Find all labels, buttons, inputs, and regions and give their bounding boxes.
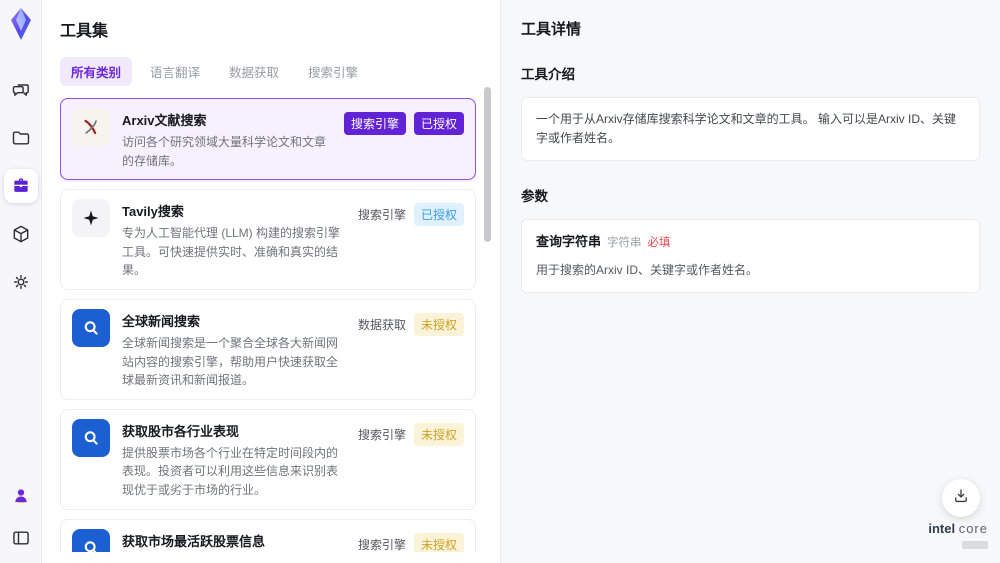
tool-card-body: 获取市场最活跃股票信息 提供当天交易量最高的股票列表。投资者可以利用这些信息来识… (122, 529, 346, 552)
tool-card[interactable]: 获取市场最活跃股票信息 提供当天交易量最高的股票列表。投资者可以利用这些信息来识… (60, 518, 476, 552)
page-title: 工具集 (60, 23, 109, 40)
brand-primary-text: intel (928, 521, 956, 537)
param-card: 查询字符串 字符串 必填 用于搜索的Arxiv ID、关键字或作者姓名。 (521, 219, 980, 294)
detail-title: 工具详情 (521, 21, 582, 38)
sidebar-item-user[interactable] (4, 479, 38, 513)
intro-text: 一个用于从Arxiv存储库搜索科学论文和文章的工具。 输入可以是Arxiv ID… (536, 112, 957, 146)
tool-name: 获取股市各行业表现 (122, 423, 240, 439)
tool-name: 获取市场最活跃股票信息 (122, 533, 266, 549)
brand-secondary-text: core (958, 521, 988, 537)
avatar-icon (11, 486, 31, 506)
search-blue-icon (72, 418, 110, 457)
cube-icon (11, 224, 31, 244)
search-blue-icon (72, 528, 110, 552)
tab-3[interactable]: 搜索引擎 (297, 57, 369, 86)
tool-card[interactable]: Arxiv文献搜索 访问各个研究领域大量科学论文和文章的存储库。 搜索引擎 已授权 (60, 98, 476, 181)
auth-status-badge: 已授权 (413, 203, 464, 227)
tool-name: Arxiv文献搜索 (122, 113, 207, 128)
category-tabs: 所有类别 语言翻译 数据获取 搜索引擎 (60, 57, 500, 86)
category-badge: 数据获取 (357, 317, 406, 332)
category-badge: 搜索引擎 (357, 427, 406, 442)
params-heading: 参数 (521, 189, 548, 205)
tool-card-body: Tavily搜索 专为人工智能代理 (LLM) 构建的搜索引擎工具。可快速提供实… (122, 199, 346, 280)
category-badge: 搜索引擎 (357, 208, 406, 223)
arxiv-icon (72, 108, 110, 146)
download-icon (952, 487, 970, 510)
tab-2[interactable]: 数据获取 (218, 57, 290, 86)
chat-icon (11, 80, 31, 100)
tab-0[interactable]: 所有类别 (60, 57, 133, 86)
intro-heading: 工具介绍 (521, 67, 575, 82)
category-badge: 搜索引擎 (343, 112, 406, 135)
param-desc: 用于搜索的Arxiv ID、关键字或作者姓名。 (536, 263, 759, 278)
tool-description: 提供股票市场各个行业在特定时间段内的表现。投资者可以利用这些信息来识别表现优于或… (122, 445, 339, 497)
intro-card: 一个用于从Arxiv存储库搜索科学论文和文章的工具。 输入可以是Arxiv ID… (521, 97, 980, 162)
sidebar-item-tools[interactable] (3, 169, 38, 203)
brand-logo: intel core (928, 521, 988, 554)
tool-card-body: 获取股市各行业表现 提供股票市场各个行业在特定时间段内的表现。投资者可以利用这些… (122, 419, 346, 500)
tool-card[interactable]: 全球新闻搜索 全球新闻搜索是一个聚合全球各大新闻网站内容的搜索引擎，帮助用户快速… (60, 298, 476, 400)
sidebar-bottom (4, 479, 38, 555)
sidebar-item-models[interactable] (4, 217, 38, 251)
sidebar-item-chat[interactable] (4, 73, 38, 107)
tool-detail-panel: 工具详情 工具介绍 一个用于从Arxiv存储库搜索科学论文和文章的工具。 输入可… (500, 0, 1000, 563)
tool-badges: 搜索引擎 未授权 (358, 529, 464, 552)
category-badge: 搜索引擎 (357, 537, 406, 552)
list-scrollbar[interactable] (484, 87, 491, 242)
tab-1[interactable]: 语言翻译 (139, 57, 211, 86)
tool-card[interactable]: Tavily搜索 专为人工智能代理 (LLM) 构建的搜索引擎工具。可快速提供实… (60, 189, 476, 290)
sidebar (0, 0, 42, 563)
tool-card-body: 全球新闻搜索 全球新闻搜索是一个聚合全球各大新闻网站内容的搜索引擎，帮助用户快速… (122, 309, 346, 390)
tool-name: 全球新闻搜索 (122, 313, 201, 329)
tool-badges: 数据获取 未授权 (358, 309, 464, 390)
app-window: 工具集 所有类别 语言翻译 数据获取 搜索引擎 Arxiv文献搜索 访问各个研究领域大… (0, 0, 1000, 563)
search-blue-icon (72, 308, 110, 347)
param-name: 查询字符串 (536, 234, 602, 250)
brand-sub-chip (962, 541, 988, 550)
param-header: 查询字符串 字符串 必填 (536, 232, 965, 253)
tool-badges: 搜索引擎 已授权 (343, 108, 464, 170)
tool-card-body: Arxiv文献搜索 访问各个研究领域大量科学论文和文章的存储库。 (122, 108, 332, 170)
download-button[interactable] (942, 479, 980, 517)
gem-logo-icon (6, 7, 36, 41)
auth-status-badge: 未授权 (413, 422, 464, 446)
folder-icon (11, 128, 31, 148)
tool-name: Tavily搜索 (122, 204, 184, 220)
sidebar-item-files[interactable] (4, 121, 38, 155)
gear-icon (11, 272, 31, 292)
tool-list-panel: 工具集 所有类别 语言翻译 数据获取 搜索引擎 Arxiv文献搜索 访问各个研究领域大… (42, 0, 500, 563)
sidebar-item-collapse[interactable] (4, 521, 38, 555)
tool-badges: 搜索引擎 未授权 (358, 419, 464, 500)
briefcase-icon (11, 176, 31, 196)
auth-status-badge: 已授权 (413, 112, 464, 135)
collapse-panel-icon (11, 528, 31, 548)
tool-card[interactable]: 获取股市各行业表现 提供股票市场各个行业在特定时间段内的表现。投资者可以利用这些… (60, 408, 476, 510)
tool-badges: 搜索引擎 已授权 (358, 199, 464, 280)
sidebar-nav (3, 73, 38, 299)
tool-description: 全球新闻搜索是一个聚合全球各大新闻网站内容的搜索引擎，帮助用户快速获取全球最新资… (122, 335, 339, 388)
param-type: 字符串 (607, 237, 642, 250)
sparkle-icon (72, 199, 110, 238)
auth-status-badge: 未授权 (413, 532, 464, 552)
tool-description: 专为人工智能代理 (LLM) 构建的搜索引擎工具。可快速提供实时、准确和真实的结… (122, 226, 341, 278)
tool-card-list: Arxiv文献搜索 访问各个研究领域大量科学论文和文章的存储库。 搜索引擎 已授权… (60, 98, 476, 552)
auth-status-badge: 未授权 (413, 312, 464, 336)
param-required-flag: 必填 (647, 237, 671, 250)
sidebar-item-settings[interactable] (4, 265, 38, 299)
tool-description: 访问各个研究领域大量科学论文和文章的存储库。 (122, 135, 327, 168)
